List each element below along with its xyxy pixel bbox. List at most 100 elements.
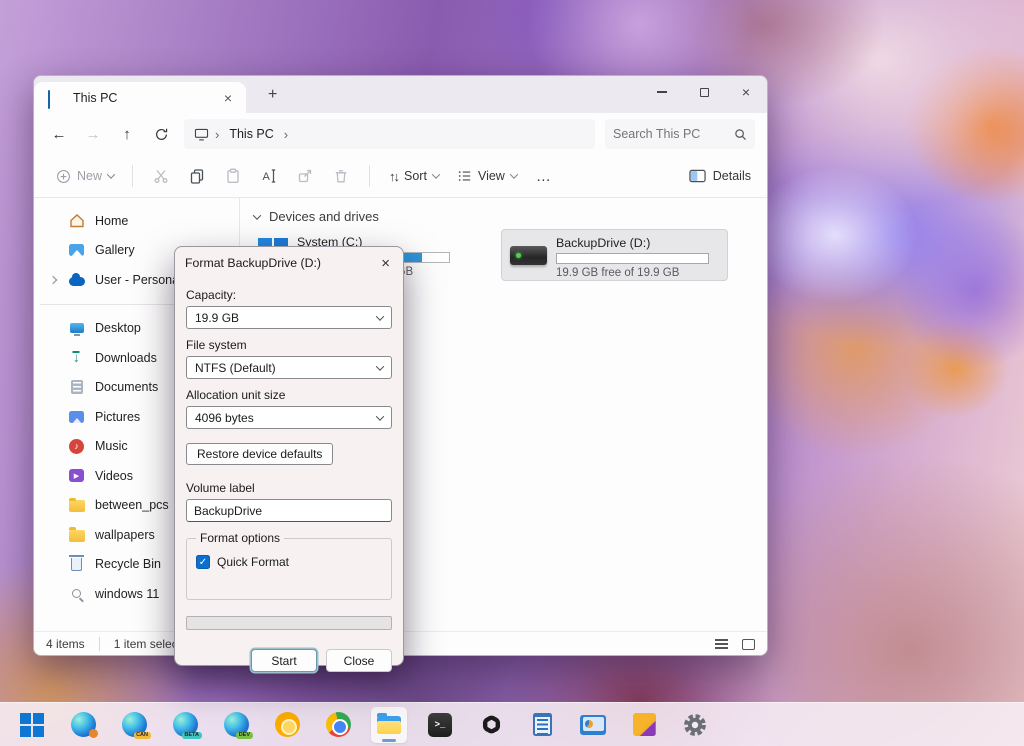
tab-this-pc[interactable]: This PC × — [34, 82, 246, 113]
sidebar-item-home[interactable]: Home — [34, 206, 239, 236]
sidebar-item-label: Downloads — [95, 350, 157, 365]
view-button[interactable]: View — [448, 160, 526, 192]
chevron-down-icon — [375, 411, 385, 421]
dialog-title: Format BackupDrive (D:) — [185, 256, 321, 270]
minimize-icon — [657, 91, 667, 93]
forward-button[interactable]: → — [76, 119, 110, 149]
tab-close-icon[interactable]: × — [220, 90, 236, 106]
folder-icon — [68, 497, 85, 514]
taskbar-terminal[interactable]: >_ — [422, 707, 458, 743]
dialog-close-button[interactable]: × — [378, 255, 393, 272]
maximize-button[interactable] — [683, 76, 725, 108]
chevron-right-icon[interactable] — [48, 275, 58, 284]
details-pane-button[interactable]: Details — [683, 169, 757, 183]
taskbar-chatgpt[interactable] — [473, 707, 509, 743]
quick-format-label: Quick Format — [217, 555, 290, 569]
rename-icon: A — [263, 169, 276, 183]
taskbar-chrome-canary[interactable] — [269, 707, 305, 743]
taskbar-notepad[interactable] — [524, 707, 560, 743]
capacity-select[interactable]: 19.9 GB — [186, 306, 392, 329]
sidebar-item-label: Videos — [95, 468, 133, 483]
quick-format-option[interactable]: ✓ Quick Format — [196, 555, 382, 569]
chevron-down-icon — [509, 170, 519, 179]
copy-button[interactable] — [179, 160, 215, 192]
delete-button[interactable] — [323, 160, 359, 192]
allocation-select[interactable]: 4096 bytes — [186, 406, 392, 429]
chevron-down-icon — [252, 210, 262, 220]
section-devices-and-drives[interactable]: Devices and drives — [252, 209, 379, 224]
sidebar-item-label: between_pcs — [95, 498, 169, 513]
cut-button[interactable] — [143, 160, 179, 192]
paste-icon — [227, 168, 239, 183]
close-window-button[interactable]: × — [725, 76, 767, 108]
quick-format-checkbox[interactable]: ✓ — [196, 555, 210, 569]
breadcrumb-this-pc[interactable]: This PC — [225, 125, 277, 143]
format-options-group: Format options ✓ Quick Format — [186, 531, 392, 600]
sidebar-item-label: Gallery — [95, 243, 135, 258]
items-count: 4 items — [46, 637, 85, 651]
close-button[interactable]: Close — [326, 649, 392, 672]
status-divider — [98, 637, 100, 651]
toolbar-divider — [132, 165, 134, 187]
new-button[interactable]: New — [48, 169, 122, 184]
filesystem-select[interactable]: NTFS (Default) — [186, 356, 392, 379]
chevron-down-icon — [375, 361, 385, 371]
paint-icon — [632, 713, 656, 736]
sidebar-item-label: Documents — [95, 380, 159, 395]
system-monitor-icon — [580, 714, 606, 735]
minimize-button[interactable] — [641, 76, 683, 108]
this-pc-icon — [48, 90, 64, 109]
view-list-icon — [458, 171, 471, 181]
drive-tile-backupdrive-d[interactable]: BackupDrive (D:) 19.9 GB free of 19.9 GB — [501, 229, 728, 281]
share-button[interactable] — [287, 160, 323, 192]
refresh-icon — [155, 128, 167, 140]
details-view-toggle[interactable] — [715, 639, 728, 649]
sidebar-item-label: Desktop — [95, 321, 141, 336]
navigation-bar: ← → ↑ › This PC › — [34, 113, 767, 155]
sidebar-item-label: windows 11 — [95, 586, 160, 601]
search-input[interactable] — [613, 127, 734, 141]
sidebar-item-label: Pictures — [95, 409, 141, 424]
filesystem-value: NTFS (Default) — [195, 360, 276, 375]
search-box[interactable] — [605, 119, 755, 149]
hard-drive-icon — [510, 246, 547, 265]
breadcrumb-chevron: › — [283, 126, 289, 142]
address-bar[interactable]: › This PC › — [184, 119, 595, 149]
see-more-button[interactable]: … — [526, 168, 562, 185]
windows-logo-icon — [20, 712, 44, 737]
new-tab-button[interactable]: + — [268, 86, 277, 104]
onedrive-cloud-icon — [68, 271, 85, 288]
up-button[interactable]: ↑ — [110, 119, 144, 149]
large-icons-view-toggle[interactable] — [742, 638, 755, 650]
pictures-icon — [68, 408, 85, 425]
chevron-down-icon — [375, 311, 385, 321]
taskbar-edge-beta[interactable]: BETA — [167, 707, 203, 743]
start-button[interactable] — [14, 707, 50, 743]
start-button[interactable]: Start — [251, 649, 317, 672]
rename-button[interactable]: A — [251, 160, 287, 192]
cut-icon — [154, 170, 168, 183]
paste-button[interactable] — [215, 160, 251, 192]
taskbar-chrome[interactable] — [320, 707, 356, 743]
restore-defaults-button[interactable]: Restore device defaults — [186, 443, 334, 465]
volume-label-input[interactable] — [186, 499, 392, 522]
taskbar-settings[interactable] — [677, 707, 713, 743]
this-pc-address-icon — [194, 128, 209, 140]
taskbar-file-explorer[interactable] — [371, 706, 407, 743]
taskbar-edge-canary[interactable]: CAN — [116, 707, 152, 743]
sort-button[interactable]: ↑↓ Sort — [380, 160, 448, 192]
taskbar: CAN BETA DEV >_ — [0, 702, 1024, 746]
details-label: Details — [712, 169, 751, 183]
saved-search-icon — [68, 585, 85, 602]
chatgpt-icon — [482, 715, 500, 734]
breadcrumb-chevron: › — [215, 126, 220, 142]
back-button[interactable]: ← — [42, 119, 76, 149]
taskbar-paint[interactable] — [626, 707, 662, 743]
taskbar-edge[interactable] — [65, 707, 101, 743]
taskbar-edge-dev[interactable]: DEV — [218, 707, 254, 743]
refresh-button[interactable] — [144, 119, 178, 149]
edge-dev-icon: DEV — [223, 712, 253, 739]
format-progress-bar — [186, 616, 392, 630]
notepad-icon — [532, 713, 552, 736]
taskbar-system-monitor[interactable] — [575, 707, 611, 743]
